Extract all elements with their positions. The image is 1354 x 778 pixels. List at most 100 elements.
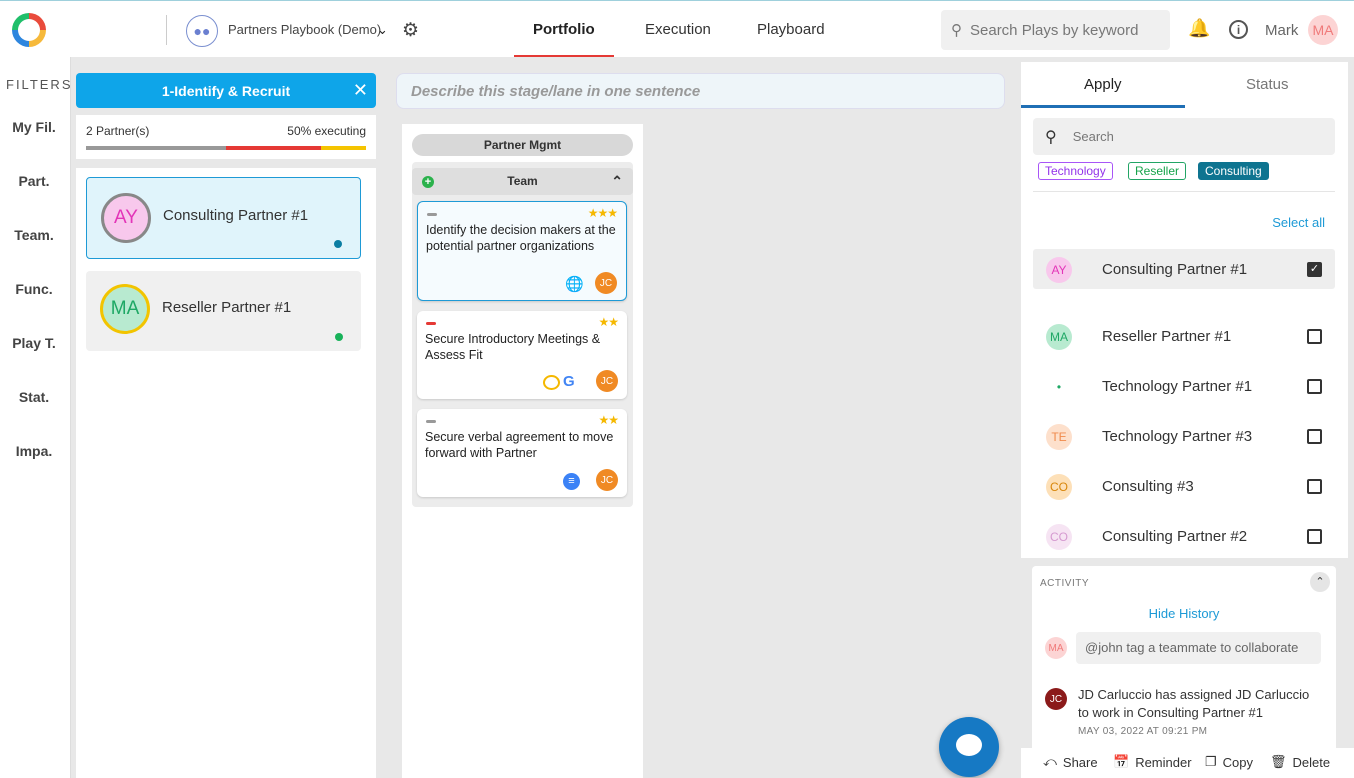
partner-name: Consulting Partner #1 bbox=[163, 207, 309, 224]
calendar-icon: 📅 bbox=[1113, 754, 1130, 769]
avatar: MA bbox=[1045, 637, 1067, 659]
checkbox[interactable] bbox=[1307, 479, 1322, 494]
delete-button[interactable]: 🗑 Delete bbox=[1270, 754, 1330, 770]
reminder-label: Reminder bbox=[1135, 754, 1192, 770]
filter-play-types[interactable]: Play T. bbox=[0, 335, 68, 351]
play-title: Secure Introductory Meetings & Assess Fi… bbox=[425, 332, 601, 362]
partner-name: Consulting Partner #1 bbox=[1102, 261, 1248, 278]
rating-stars: ★★ bbox=[598, 413, 618, 427]
filter-my-filters[interactable]: My Fil. bbox=[0, 119, 68, 135]
executing-percent: 50% executing bbox=[287, 124, 366, 138]
lane: Partner Mgmt + Team ⌃ ★★★ Identify the d… bbox=[402, 124, 643, 778]
tab-execution[interactable]: Execution bbox=[645, 21, 711, 38]
partner-row[interactable]: • Technology Partner #1 bbox=[1033, 366, 1335, 406]
chevron-up-icon[interactable]: ⌃ bbox=[611, 168, 623, 195]
checkbox[interactable] bbox=[1307, 529, 1322, 544]
assignee-avatar[interactable]: JC bbox=[596, 469, 618, 491]
chevron-up-icon[interactable]: ⌃ bbox=[1310, 572, 1330, 592]
filters-title: FILTERS bbox=[6, 77, 73, 92]
filter-status[interactable]: Stat. bbox=[0, 389, 68, 405]
stage-title: 1-Identify & Recruit bbox=[161, 82, 291, 99]
share-button[interactable]: ⤺ Share bbox=[1043, 754, 1098, 770]
username[interactable]: Mark bbox=[1265, 22, 1298, 39]
search-placeholder: Search bbox=[1072, 129, 1114, 144]
bell-icon[interactable]: 🔔 bbox=[1188, 18, 1210, 39]
filter-functions[interactable]: Func. bbox=[0, 281, 68, 297]
search-placeholder: Search Plays by keyword bbox=[970, 21, 1139, 39]
team-header[interactable]: + Team ⌃ bbox=[412, 168, 633, 195]
status-dot bbox=[335, 333, 343, 341]
tab-portfolio[interactable]: Portfolio bbox=[533, 21, 595, 38]
partner-row[interactable]: MA Reseller Partner #1 bbox=[1033, 316, 1335, 356]
partner-row[interactable]: AY Consulting Partner #1 ✓ bbox=[1033, 249, 1335, 289]
action-bar: ⤺ Share 📅 Reminder ❐ Copy 🗑 Delete bbox=[1021, 748, 1354, 778]
partner-row[interactable]: TE Technology Partner #3 bbox=[1033, 416, 1335, 456]
play-card[interactable]: ★★ Secure verbal agreement to move forwa… bbox=[417, 409, 627, 497]
tab-playboard[interactable]: Playboard bbox=[757, 21, 825, 38]
tab-status[interactable]: Status bbox=[1246, 76, 1289, 93]
assignee-avatar[interactable]: JC bbox=[596, 370, 618, 392]
avatar: CO bbox=[1046, 474, 1072, 500]
add-icon[interactable]: + bbox=[422, 176, 434, 188]
gear-icon[interactable]: ⚙ bbox=[402, 19, 419, 42]
copy-icon: ❐ bbox=[1205, 754, 1217, 769]
activity-message: JD Carluccio has assigned JD Carluccio t… bbox=[1078, 687, 1310, 720]
stage-stats: 2 Partner(s) 50% executing bbox=[76, 115, 376, 159]
checkbox[interactable]: ✓ bbox=[1307, 262, 1322, 277]
reminder-button[interactable]: 📅 Reminder bbox=[1113, 754, 1192, 770]
avatar: AY bbox=[101, 193, 151, 243]
select-all-link[interactable]: Select all bbox=[1272, 215, 1325, 230]
mail-icon bbox=[543, 375, 560, 390]
info-icon[interactable]: i bbox=[1229, 20, 1248, 39]
checkbox[interactable] bbox=[1307, 329, 1322, 344]
checkbox[interactable] bbox=[1307, 429, 1322, 444]
partner-card[interactable]: MA Reseller Partner #1 bbox=[86, 271, 361, 351]
play-title: Identify the decision makers at the pote… bbox=[426, 223, 616, 253]
filter-partners[interactable]: Part. bbox=[0, 173, 68, 189]
filter-teams[interactable]: Team. bbox=[0, 227, 68, 243]
chevron-down-icon[interactable]: ⌄ bbox=[377, 22, 388, 38]
chip-reseller[interactable]: Reseller bbox=[1128, 162, 1187, 180]
avatar: MA bbox=[1046, 324, 1072, 350]
play-card[interactable]: ★★★ Identify the decision makers at the … bbox=[417, 201, 627, 301]
stage-description-input[interactable]: Describe this stage/lane in one sentence bbox=[396, 73, 1005, 109]
tab-apply[interactable]: Apply bbox=[1084, 76, 1122, 93]
top-bar: ●● Partners Playbook (Demo) ⌄ ⚙ Portfoli… bbox=[0, 0, 1354, 58]
rating-stars: ★★★ bbox=[587, 206, 618, 220]
team-group: + Team ⌃ ★★★ Identify the decision maker… bbox=[412, 162, 633, 507]
filter-impact[interactable]: Impa. bbox=[0, 443, 68, 459]
checkbox[interactable] bbox=[1307, 379, 1322, 394]
team-label: Team bbox=[507, 174, 538, 188]
people-icon: ●● bbox=[186, 15, 218, 47]
search-icon: ⚲ bbox=[951, 22, 962, 39]
partner-row[interactable]: CO Consulting Partner #2 bbox=[1033, 516, 1335, 556]
chip-consulting[interactable]: Consulting bbox=[1198, 162, 1269, 180]
stage-header[interactable]: 1-Identify & Recruit ✕ bbox=[76, 73, 376, 108]
google-icon: G bbox=[563, 373, 575, 390]
partner-card[interactable]: AY Consulting Partner #1 bbox=[86, 177, 361, 259]
avatar[interactable]: MA bbox=[1308, 15, 1338, 45]
play-title: Secure verbal agreement to move forward … bbox=[425, 430, 614, 460]
search-icon: ⚲ bbox=[1045, 128, 1057, 146]
partner-list: AY Consulting Partner #1 MA Reseller Par… bbox=[76, 168, 376, 778]
copy-button[interactable]: ❐ Copy bbox=[1205, 754, 1253, 770]
divider bbox=[1033, 191, 1335, 192]
partner-name: Consulting Partner #2 bbox=[1102, 528, 1248, 545]
comment-input[interactable]: @john tag a teammate to collaborate bbox=[1076, 632, 1321, 664]
lane-title[interactable]: Partner Mgmt bbox=[412, 134, 633, 156]
close-icon[interactable]: ✕ bbox=[353, 80, 368, 101]
assignee-avatar[interactable]: JC bbox=[595, 272, 617, 294]
partner-row[interactable]: CO Consulting #3 bbox=[1033, 466, 1335, 506]
search-input[interactable]: ⚲ Search Plays by keyword bbox=[941, 10, 1170, 50]
hide-history-link[interactable]: Hide History bbox=[1032, 606, 1336, 621]
partner-name: Consulting #3 bbox=[1102, 478, 1194, 495]
play-card[interactable]: ★★ Secure Introductory Meetings & Assess… bbox=[417, 311, 627, 399]
chip-technology[interactable]: Technology bbox=[1038, 162, 1113, 180]
activity-timestamp: MAY 03, 2022 AT 09:21 PM bbox=[1078, 726, 1208, 737]
status-dot bbox=[334, 240, 342, 248]
chat-launcher-button[interactable] bbox=[939, 717, 999, 777]
search-input[interactable]: ⚲ Search bbox=[1033, 118, 1335, 155]
playbook-name[interactable]: Partners Playbook (Demo) bbox=[228, 22, 381, 37]
app-logo[interactable] bbox=[12, 13, 46, 47]
partner-name: Technology Partner #3 bbox=[1102, 428, 1253, 445]
